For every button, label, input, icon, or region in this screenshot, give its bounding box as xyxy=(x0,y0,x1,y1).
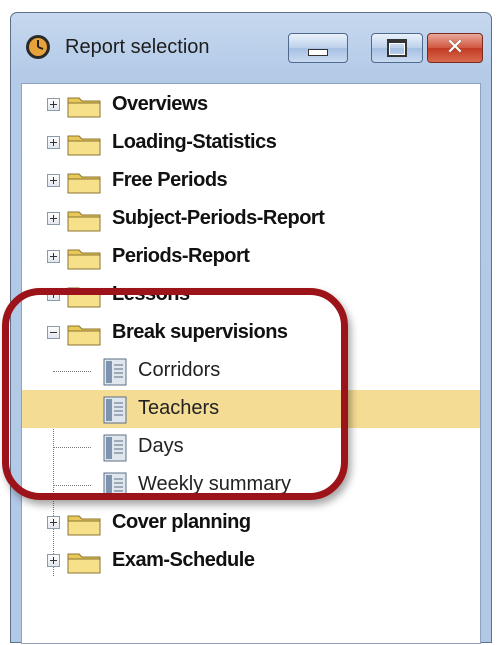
folder-icon xyxy=(67,515,101,536)
tree-item-label: Cover planning xyxy=(112,511,251,533)
folder-icon xyxy=(67,325,101,346)
folder-icon xyxy=(67,249,101,270)
minimize-button[interactable] xyxy=(288,33,348,63)
tree-folder-break-supervisions[interactable]: Break supervisions xyxy=(22,314,480,352)
tree-item-label: Free Periods xyxy=(112,169,228,191)
expand-icon[interactable] xyxy=(47,554,60,567)
tree-item-label: Corridors xyxy=(138,359,221,381)
tree-report-days[interactable]: Days xyxy=(22,428,480,466)
expand-icon[interactable] xyxy=(47,98,60,111)
folder-icon xyxy=(67,97,101,118)
tree-folder-exam-schedule[interactable]: Exam-Schedule xyxy=(22,542,480,580)
tree-folder-free-periods[interactable]: Free Periods xyxy=(22,162,480,200)
tree-item-label: Teachers xyxy=(138,397,220,419)
tree-folder-subject-periods-report[interactable]: Subject-Periods-Report xyxy=(22,200,480,238)
tree-item-label: Subject-Periods-Report xyxy=(112,207,325,229)
expand-icon[interactable] xyxy=(47,174,60,187)
window-title: Report selection xyxy=(65,36,210,58)
folder-icon xyxy=(67,211,101,232)
tree-report-corridors[interactable]: Corridors xyxy=(22,352,480,390)
close-button[interactable]: ✕ xyxy=(427,33,483,63)
title-bar[interactable]: Report selection ✕ xyxy=(11,13,491,83)
expand-icon[interactable] xyxy=(47,250,60,263)
expand-icon[interactable] xyxy=(47,516,60,529)
clock-icon xyxy=(26,35,50,59)
tree-item-label: Overviews xyxy=(112,93,208,115)
tree-folder-overviews[interactable]: Overviews xyxy=(22,86,480,124)
minimize-icon xyxy=(308,48,328,56)
tree-report-weekly-summary[interactable]: Weekly summary xyxy=(22,466,480,504)
expand-icon[interactable] xyxy=(47,136,60,149)
report-icon xyxy=(103,434,127,462)
tree-item-label: Lessons xyxy=(112,283,190,305)
tree-folder-periods-report[interactable]: Periods-Report xyxy=(22,238,480,276)
tree-item-label: Days xyxy=(138,435,184,457)
expand-icon[interactable] xyxy=(47,288,60,301)
report-tree[interactable]: Overviews Loading-Statistics Free Periods S… xyxy=(21,83,481,644)
tree-folder-loading-statistics[interactable]: Loading-Statistics xyxy=(22,124,480,162)
report-icon xyxy=(103,472,127,500)
report-selection-window: Report selection ✕ Overviews Loading-Stat… xyxy=(10,12,492,644)
tree-item-label: Exam-Schedule xyxy=(112,549,255,571)
tree-item-label: Weekly summary xyxy=(138,473,291,495)
collapse-icon[interactable] xyxy=(47,326,60,339)
tree-item-label: Periods-Report xyxy=(112,245,250,267)
expand-icon[interactable] xyxy=(47,212,60,225)
maximize-button[interactable] xyxy=(371,33,423,63)
report-icon xyxy=(103,396,127,424)
tree-report-teachers[interactable]: Teachers xyxy=(22,390,480,428)
folder-icon xyxy=(67,173,101,194)
folder-icon xyxy=(67,553,101,574)
report-icon xyxy=(103,358,127,386)
folder-icon xyxy=(67,135,101,156)
maximize-icon xyxy=(387,39,407,57)
tree-folder-cover-planning[interactable]: Cover planning xyxy=(22,504,480,542)
tree-folder-lessons[interactable]: Lessons xyxy=(22,276,480,314)
tree-item-label: Break supervisions xyxy=(112,321,288,343)
tree-item-label: Loading-Statistics xyxy=(112,131,277,153)
close-icon: ✕ xyxy=(445,35,465,60)
folder-icon xyxy=(67,287,101,308)
